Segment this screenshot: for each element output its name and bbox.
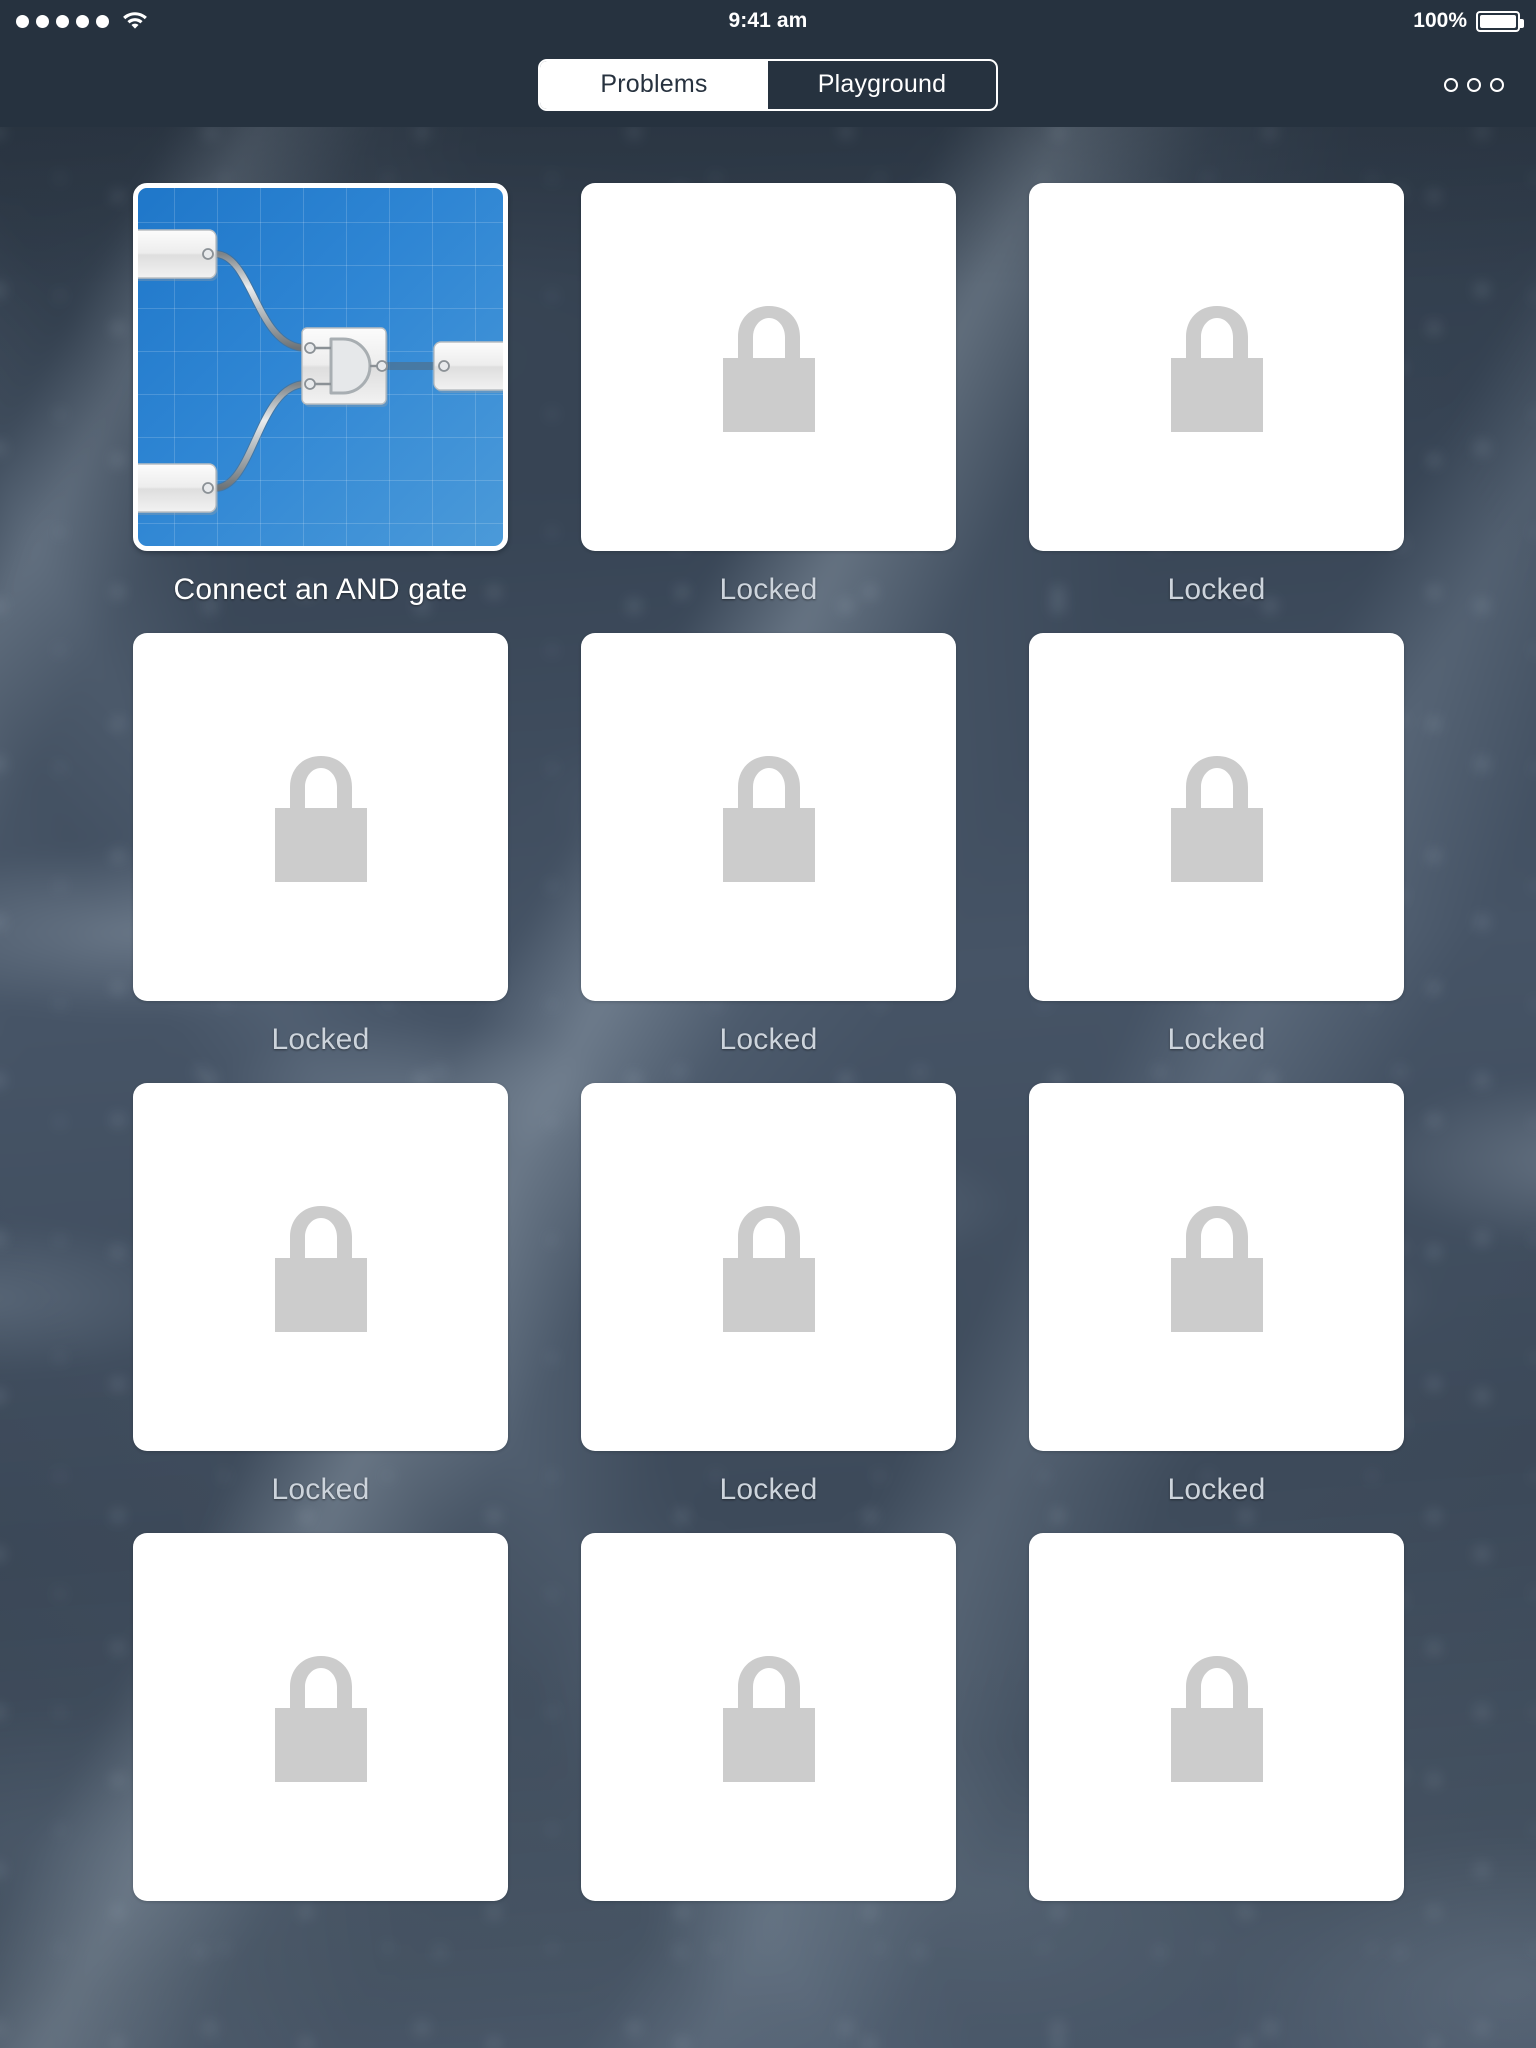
and-gate-node — [301, 327, 388, 407]
problem-cell[interactable]: Locked — [1029, 633, 1404, 1057]
problem-label: Connect an AND gate — [173, 573, 468, 606]
problem-cell[interactable] — [581, 1533, 956, 1923]
segmented-control[interactable]: Problems Playground — [538, 58, 998, 111]
problem-label: Locked — [719, 1473, 818, 1506]
lock-icon — [274, 1656, 367, 1782]
lock-icon — [722, 1656, 815, 1782]
input-block-bottom — [138, 463, 218, 515]
problem-cell[interactable]: Locked — [581, 1083, 956, 1507]
problem-label: Locked — [719, 1023, 818, 1056]
problem-cell[interactable]: Locked — [581, 633, 956, 1057]
lock-icon — [722, 756, 815, 882]
lock-icon — [722, 306, 815, 432]
more-dot-icon — [1467, 77, 1481, 92]
lock-icon — [274, 756, 367, 882]
problem-thumbnail-locked[interactable] — [581, 1083, 956, 1451]
problem-cell[interactable] — [1029, 1533, 1404, 1923]
battery-fill — [1480, 14, 1516, 28]
lock-icon — [1170, 756, 1263, 882]
problem-cell[interactable] — [133, 1533, 508, 1923]
problem-cell[interactable]: Connect an AND gate — [133, 183, 508, 607]
lock-icon — [1170, 1656, 1263, 1782]
problem-label: Locked — [1167, 1473, 1266, 1506]
problem-thumbnail-locked[interactable] — [1029, 183, 1404, 551]
lock-icon — [1170, 1206, 1263, 1332]
problem-cell[interactable]: Locked — [581, 183, 956, 607]
problem-thumbnail-locked[interactable] — [133, 633, 508, 1001]
more-dot-icon — [1444, 77, 1458, 92]
tab-problems[interactable]: Problems — [540, 60, 768, 109]
status-bar-time: 9:41 am — [728, 9, 808, 32]
more-dot-icon — [1490, 77, 1504, 92]
output-block — [433, 341, 503, 393]
tab-playground[interactable]: Playground — [768, 61, 996, 109]
problem-thumbnail-locked[interactable] — [581, 633, 956, 1001]
navigation-bar: Problems Playground — [0, 42, 1536, 127]
problem-label: Locked — [271, 1023, 370, 1056]
lock-icon — [1170, 306, 1263, 432]
problem-cell[interactable]: Locked — [133, 633, 508, 1057]
problem-thumbnail-locked[interactable] — [1029, 1083, 1404, 1451]
problem-thumbnail-locked[interactable] — [581, 183, 956, 551]
problem-thumbnail-circuit[interactable] — [133, 183, 508, 551]
problem-cell[interactable]: Locked — [1029, 183, 1404, 607]
and-gate-circuit-diagram — [138, 229, 503, 515]
more-options-button[interactable] — [1436, 70, 1512, 100]
problem-grid: Connect an AND gate Locked Locked Locked… — [133, 183, 1404, 1923]
status-bar: 9:41 am 100% — [0, 0, 1536, 42]
problem-label: Locked — [1167, 1023, 1266, 1056]
problem-label: Locked — [271, 1473, 370, 1506]
lock-icon — [722, 1206, 815, 1332]
problem-thumbnail-locked[interactable] — [1029, 1533, 1404, 1901]
problem-cell[interactable]: Locked — [1029, 1083, 1404, 1507]
input-block-top — [138, 229, 218, 281]
problem-label: Locked — [719, 573, 818, 606]
problem-thumbnail-locked[interactable] — [133, 1533, 508, 1901]
lock-icon — [274, 1206, 367, 1332]
problem-cell[interactable]: Locked — [133, 1083, 508, 1507]
problem-label: Locked — [1167, 573, 1266, 606]
problem-thumbnail-locked[interactable] — [581, 1533, 956, 1901]
battery-icon — [1476, 10, 1524, 32]
problem-thumbnail-locked[interactable] — [133, 1083, 508, 1451]
problem-thumbnail-locked[interactable] — [1029, 633, 1404, 1001]
